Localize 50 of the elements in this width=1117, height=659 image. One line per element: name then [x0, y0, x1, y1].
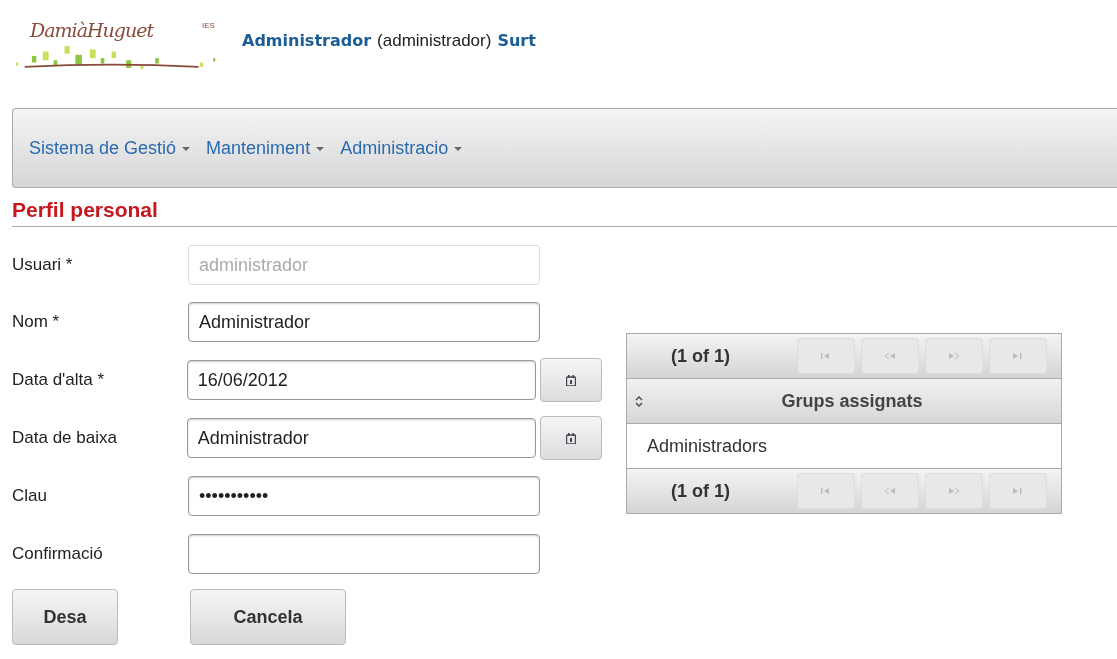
calendar-icon — [566, 374, 577, 386]
caret-icon — [454, 147, 463, 151]
first-page-button[interactable] — [797, 473, 855, 509]
column-title: Grups assignats — [780, 390, 924, 412]
input-field[interactable] — [188, 534, 540, 574]
logout-link[interactable]: Surt — [497, 31, 536, 51]
menu-item[interactable]: Sistema de Gestió — [29, 137, 191, 159]
column-header[interactable]: Grups assignats — [627, 378, 1061, 424]
caret-icon — [182, 147, 191, 151]
field-label: Usuari * — [12, 255, 74, 275]
first-page-icon — [821, 352, 831, 360]
field-label: Data d'alta * — [12, 370, 106, 390]
field-label: Confirmació — [12, 544, 104, 564]
calendar-button[interactable] — [540, 416, 602, 460]
last-page-icon — [1013, 487, 1023, 495]
page-count: (1 of 1) — [671, 480, 731, 502]
last-page-button[interactable] — [989, 338, 1047, 374]
input-field[interactable]: Administrador — [188, 302, 540, 342]
first-page-icon — [821, 487, 831, 495]
page-count: (1 of 1) — [671, 345, 731, 367]
field-label: Clau — [12, 486, 48, 506]
user-name-link[interactable]: Administrador — [242, 31, 372, 51]
save-button[interactable]: Desa — [12, 589, 118, 645]
previous-page-icon — [885, 352, 895, 360]
input-field[interactable]: ••••••••••• — [188, 476, 540, 516]
next-page-icon — [949, 352, 959, 360]
next-page-button[interactable] — [925, 473, 983, 509]
caret-icon — [316, 147, 325, 151]
calendar-icon — [566, 432, 577, 444]
user-login: (administrador) — [377, 31, 492, 51]
previous-page-button[interactable] — [861, 338, 919, 374]
first-page-button[interactable] — [797, 338, 855, 374]
next-page-icon — [949, 487, 959, 495]
next-page-button[interactable] — [925, 338, 983, 374]
logo-text: IES — [202, 21, 215, 30]
page-title: Perfil personal — [12, 188, 1117, 227]
logo-signature: DamiàHuguet — [30, 19, 154, 41]
input-field[interactable]: Administrador — [186, 418, 537, 458]
last-page-button[interactable] — [989, 473, 1047, 509]
previous-page-button[interactable] — [861, 473, 919, 509]
field-label: Data de baixa — [12, 428, 118, 448]
sort-icon — [635, 395, 643, 407]
menu-item[interactable]: Manteniment — [206, 137, 325, 159]
previous-page-icon — [885, 487, 895, 495]
menu-item[interactable]: Administracio — [340, 137, 463, 159]
field-label: Nom * — [12, 312, 61, 332]
cancel-button[interactable]: Cancela — [190, 589, 346, 645]
calendar-button[interactable] — [540, 358, 602, 402]
last-page-icon — [1013, 352, 1023, 360]
input-field[interactable]: 16/06/2012 — [186, 360, 537, 400]
